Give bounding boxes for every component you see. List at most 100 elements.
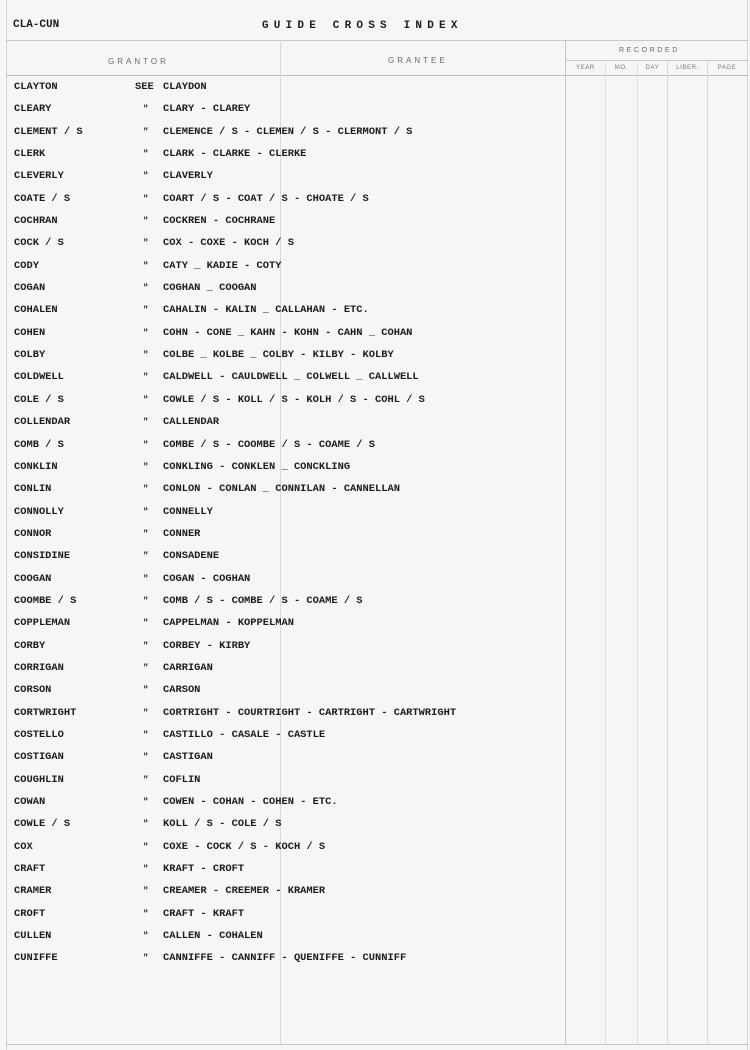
grantor-name: COHALEN	[14, 304, 58, 317]
index-entry-row: COLLENDAR " CALLENDAR	[0, 411, 560, 433]
grantee-column-header: GRANTEE	[388, 56, 448, 65]
grantee-variants: COCKREN - COCHRANE	[163, 215, 276, 228]
ditto-mark: "	[143, 685, 149, 696]
grantee-variants: CLEMENCE / S - CLEMEN / S - CLERMONT / S	[163, 125, 413, 138]
ditto-mark: "	[143, 238, 149, 249]
grantee-variants: KOLL / S - COLE / S	[163, 818, 282, 831]
index-entry-row: COSTELLO " CASTILLO - CASALE - CASTLE	[0, 724, 560, 746]
grantee-variants: CATY _ KADIE - COTY	[163, 259, 282, 272]
grantor-name: CRAFT	[14, 863, 46, 876]
index-entry-row: CLAYTON SEE CLAYDON	[0, 76, 560, 98]
grantor-name: CONNOLLY	[14, 505, 64, 518]
grantor-name: CLEMENT / S	[14, 125, 83, 138]
grantor-name: CLAYTON	[14, 81, 58, 93]
grantor-name: COLE / S	[14, 393, 64, 406]
ditto-mark: "	[143, 774, 149, 785]
grantor-name: COWAN	[14, 796, 46, 808]
index-entry-row: COUGHLIN " COFLIN	[0, 769, 560, 791]
ditto-mark: "	[143, 126, 149, 137]
ditto-mark: "	[143, 417, 149, 428]
grantee-variants: COMB / S - COMBE / S - COAME / S	[163, 594, 363, 607]
ditto-mark: "	[143, 305, 149, 316]
day-liber-divider	[667, 60, 668, 1044]
ditto-mark: "	[143, 283, 149, 294]
recorded-day-header: DAY	[645, 65, 660, 71]
grantor-name: COSTELLO	[14, 728, 64, 741]
ditto-mark: "	[143, 797, 149, 807]
grantor-name: CONSIDINE	[14, 550, 71, 563]
grantor-name: CORBY	[14, 639, 46, 652]
grantor-name: CORTWRIGHT	[14, 706, 77, 719]
ditto-mark: "	[143, 841, 149, 852]
ditto-mark: "	[143, 327, 149, 338]
ditto-mark: "	[143, 461, 149, 472]
index-entry-row: COGAN " COGHAN _ COOGAN	[0, 277, 560, 299]
liber-page-divider	[707, 60, 708, 1044]
ditto-mark: "	[143, 618, 149, 629]
index-entry-row: CONLIN " CONLON - CONLAN _ CONNILAN - CANN…	[0, 478, 560, 500]
ditto-mark: "	[143, 707, 149, 718]
grantor-name: COGAN	[14, 282, 46, 295]
grantee-variants: CASTIGAN	[163, 751, 213, 764]
grantee-variants: CLAYDON	[163, 81, 207, 93]
index-entry-row: COATE / S " COART / S - COAT / S - CHOATE …	[0, 188, 560, 210]
index-entry-row: COSTIGAN " CASTIGAN	[0, 746, 560, 768]
index-entry-row: COHEN " COHN - CONE _ KAHN - KOHN - CAHN _…	[0, 322, 560, 344]
ditto-mark: "	[143, 819, 149, 830]
grantor-name: CONKLIN	[14, 460, 58, 473]
grantee-variants: COWEN - COHAN - COHEN - ETC.	[163, 796, 338, 808]
ditto-mark: "	[143, 193, 149, 204]
grantee-variants: CASTILLO - CASALE - CASTLE	[163, 728, 326, 741]
ditto-mark: "	[143, 573, 149, 584]
grantor-name: CRAMER	[14, 885, 52, 898]
recorded-header: RECORDED	[619, 47, 680, 54]
index-card-page: CLA-CUN GUIDE CROSS INDEX GRANTOR GRANTE…	[0, 0, 750, 1050]
grantor-name: CROFT	[14, 907, 46, 920]
grantor-name: COUGHLIN	[14, 773, 64, 786]
grantor-name: COHEN	[14, 326, 46, 339]
recorded-page-header: PAGE	[717, 65, 737, 71]
series-code: CLA-CUN	[13, 19, 60, 31]
cross-index-entries: CLAYTON SEE CLAYDON CLEARY " CLARY - CLAREY CL…	[0, 76, 560, 970]
right-margin-rule	[747, 0, 748, 1050]
ditto-mark: "	[143, 729, 149, 740]
index-entry-row: CULLEN " CALLEN - COHALEN	[0, 925, 560, 947]
grantee-variants: CARSON	[163, 684, 201, 697]
ditto-mark: "	[143, 171, 149, 182]
recorded-sub-rule	[565, 60, 748, 61]
index-entry-row: COPPLEMAN " CAPPELMAN - KOPPELMAN	[0, 612, 560, 634]
grantor-name: CONNOR	[14, 527, 52, 540]
index-entry-row: COLBY " COLBE _ KOLBE _ COLBY - KILBY - KO…	[0, 344, 560, 366]
grantor-column-header: GRANTOR	[108, 57, 169, 66]
grantee-variants: COLBE _ KOLBE _ COLBY - KILBY - KOLBY	[163, 349, 394, 362]
grantee-variants: CONNER	[163, 527, 201, 540]
grantor-name: COSTIGAN	[14, 751, 64, 764]
index-entry-row: COCK / S " COX - COXE - KOCH / S	[0, 232, 560, 254]
ditto-mark: "	[143, 662, 149, 673]
grantor-name: COLLENDAR	[14, 416, 71, 429]
index-entry-row: CROFT " CRAFT - KRAFT	[0, 903, 560, 925]
ditto-mark: "	[143, 528, 149, 539]
grantee-variants: COWLE / S - KOLL / S - KOLH / S - COHL /…	[163, 393, 425, 406]
ditto-mark: "	[143, 506, 149, 517]
grantee-variants: CALLEN - COHALEN	[163, 930, 263, 943]
grantor-name: CODY	[14, 259, 39, 272]
index-entry-row: CLEARY " CLARY - CLAREY	[0, 98, 560, 120]
grantee-variants: CORTRIGHT - COURTRIGHT - CARTRIGHT - CAR…	[163, 706, 457, 719]
index-entry-row: COHALEN " CAHALIN - KALIN _ CALLAHAN - ETC…	[0, 299, 560, 321]
ditto-mark: "	[143, 149, 149, 160]
ditto-mark: "	[143, 372, 149, 383]
index-entry-row: CRAFT " KRAFT - CROFT	[0, 858, 560, 880]
grantee-variants: CAPPELMAN - KOPPELMAN	[163, 617, 294, 630]
grantee-variants: CRAFT - KRAFT	[163, 907, 245, 920]
index-entry-row: CRAMER " CREAMER - CREEMER - KRAMER	[0, 880, 560, 902]
grantee-variants: CLARY - CLAREY	[163, 103, 251, 116]
index-entry-row: CUNIFFE " CANNIFFE - CANNIFF - QUENIFFE - …	[0, 947, 560, 969]
ditto-mark: "	[143, 104, 149, 115]
grantee-variants: COHN - CONE _ KAHN - KOHN - CAHN _ COHAN	[163, 326, 413, 339]
index-entry-row: CONKLIN " CONKLING - CONKLEN _ CONCKLING	[0, 456, 560, 478]
index-entry-row: CORBY " CORBEY - KIRBY	[0, 635, 560, 657]
grantor-name: COCHRAN	[14, 215, 58, 228]
ditto-mark: "	[143, 752, 149, 763]
grantor-name: CONLIN	[14, 483, 52, 496]
